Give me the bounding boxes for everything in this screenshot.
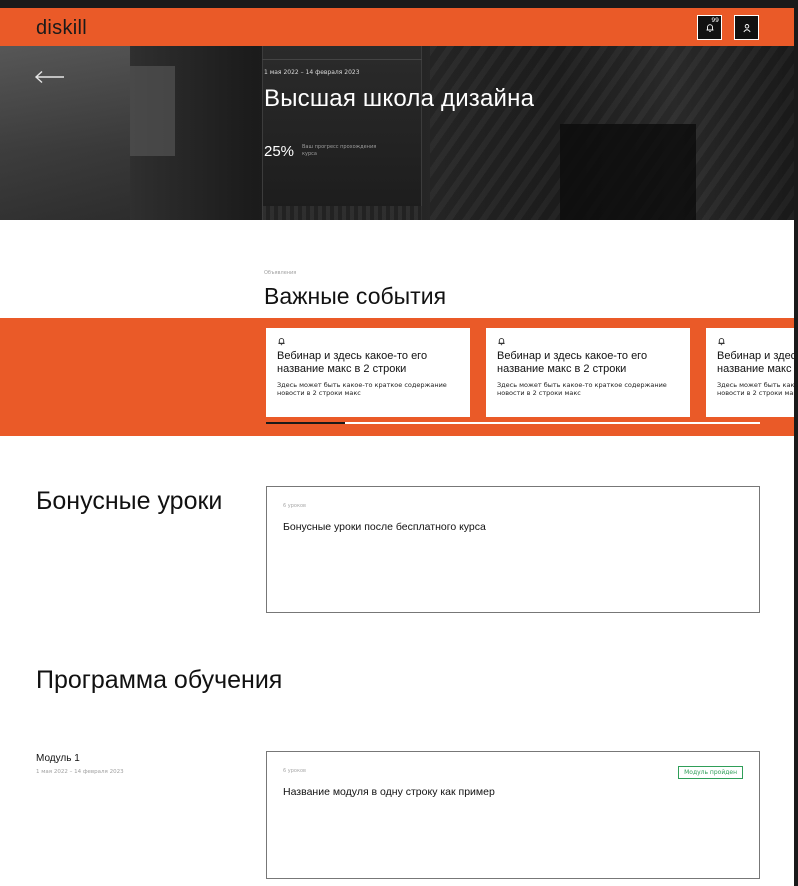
profile-button[interactable] (734, 15, 759, 40)
module-dates: 1 мая 2022 – 14 февраля 2023 (36, 769, 124, 775)
bell-icon (498, 338, 505, 346)
announcement-title: Вебинар и здесь какое-то его название ма… (717, 350, 794, 375)
course-dates: 1 мая 2022 – 14 февраля 2023 (264, 69, 360, 76)
hero-photo-panel (262, 46, 422, 60)
logo[interactable]: diskill (36, 17, 87, 40)
announcement-text: Здесь может быть какое-то краткое содерж… (717, 381, 794, 397)
bonus-card-title: Бонусные уроки после бесплатного курса (283, 521, 486, 533)
announcement-card[interactable]: Вебинар и здесь какое-то его название ма… (706, 328, 794, 417)
course-hero (0, 46, 794, 220)
announcements-title: Важные события (264, 283, 447, 309)
top-header: diskill 99 (0, 8, 794, 46)
bonus-section-title: Бонусные уроки (36, 488, 222, 515)
announcement-card[interactable]: Вебинар и здесь какое-то его название ма… (266, 328, 470, 417)
lessons-count: 6 уроков (283, 503, 306, 509)
hero-photo-panel (560, 124, 696, 220)
progress-label: Ваш прогресс прохождения курса (302, 144, 377, 157)
bonus-lessons-card[interactable]: 6 уроков Бонусные уроки после бесплатног… (266, 486, 760, 613)
notifications-count: 99 (711, 17, 719, 24)
bonus-section-title-text: Бонусные уроки (36, 487, 223, 515)
hero-photo-panel (262, 206, 422, 220)
progress-value: 25% (264, 143, 295, 160)
bell-icon (278, 338, 285, 346)
carousel-scrollbar-thumb[interactable] (266, 422, 346, 424)
module-title: Название модуля в одну строку как пример (283, 786, 495, 798)
announcement-card[interactable]: Вебинар и здесь какое-то его название ма… (486, 328, 690, 417)
window-frame-right (794, 0, 798, 886)
announcements-carousel[interactable]: Вебинар и здесь какое-то его название ма… (0, 318, 794, 436)
carousel-scrollbar[interactable] (266, 422, 760, 424)
bell-icon (706, 23, 713, 32)
notifications-button[interactable]: 99 (697, 15, 722, 40)
bell-icon (718, 338, 725, 346)
window-frame-top (0, 0, 798, 8)
announcement-text: Здесь может быть какое-то краткое содерж… (277, 381, 447, 397)
hero-photo-panel (130, 66, 175, 156)
announcement-text: Здесь может быть какое-то краткое содерж… (497, 381, 667, 397)
module-card[interactable]: 6 уроков Модуль пройден Название модуля … (266, 751, 760, 879)
module-status-badge: Модуль пройден (678, 766, 743, 779)
announcements-eyebrow: Объявления (264, 270, 297, 276)
program-section-title-text: Программа обучения (36, 666, 283, 694)
lessons-count: 6 уроков (283, 768, 306, 774)
course-title: Высшая школа дизайна (264, 85, 535, 112)
arrow-left-icon[interactable] (34, 70, 66, 84)
announcement-title: Вебинар и здесь какое-то его название ма… (497, 350, 648, 375)
program-section-title: Программа обучения (36, 667, 282, 694)
module-label: Модуль 1 (36, 753, 80, 764)
announcement-title: Вебинар и здесь какое-то его название ма… (277, 350, 428, 375)
user-icon (742, 23, 751, 32)
